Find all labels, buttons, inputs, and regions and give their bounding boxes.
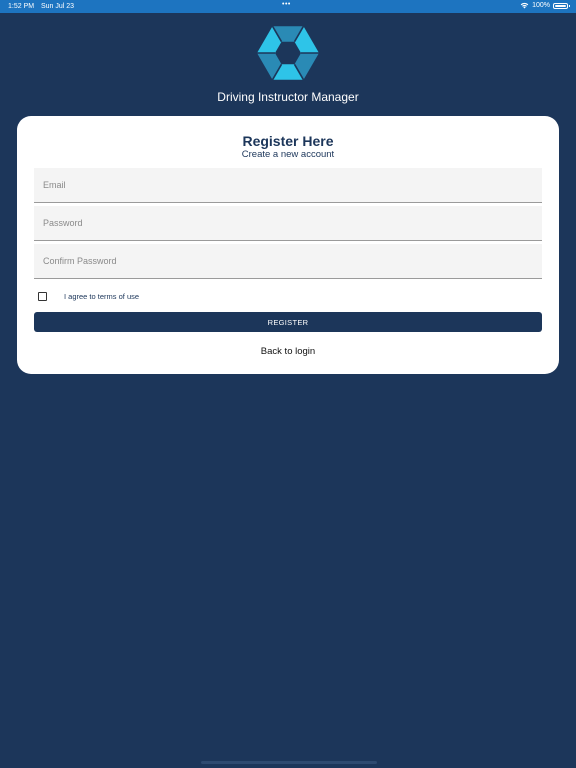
form-title: Register Here: [242, 133, 334, 149]
status-date: Sun Jul 23: [41, 3, 75, 10]
register-card: Register Here Create a new account I agr…: [17, 116, 559, 374]
form-subtitle: Create a new account: [241, 149, 335, 160]
home-indicator[interactable]: [201, 761, 377, 764]
status-bar: 1:52 PM Sun Jul 23 ••• 100%: [0, 0, 576, 13]
email-field: [34, 168, 542, 203]
multitasking-dots[interactable]: •••: [282, 1, 291, 8]
battery-icon: [553, 2, 570, 9]
terms-row: I agree to terms of use: [38, 290, 139, 302]
email-input[interactable]: [34, 168, 542, 202]
password-field: [34, 206, 542, 241]
status-time: 1:52 PM: [8, 3, 35, 10]
wifi-icon: [520, 2, 529, 9]
app-title: Driving Instructor Manager: [217, 90, 359, 104]
hexagon-logo-icon: [257, 25, 319, 81]
terms-checkbox[interactable]: [38, 291, 47, 301]
status-right: 100%: [520, 2, 570, 9]
register-button[interactable]: REGISTER: [34, 312, 542, 332]
battery-percent: 100%: [532, 2, 550, 9]
password-input[interactable]: [34, 206, 542, 240]
terms-label[interactable]: I agree to terms of use: [64, 292, 139, 301]
confirm-password-field: [34, 244, 542, 279]
back-to-login-link[interactable]: Back to login: [17, 346, 559, 357]
confirm-password-input[interactable]: [34, 244, 542, 278]
